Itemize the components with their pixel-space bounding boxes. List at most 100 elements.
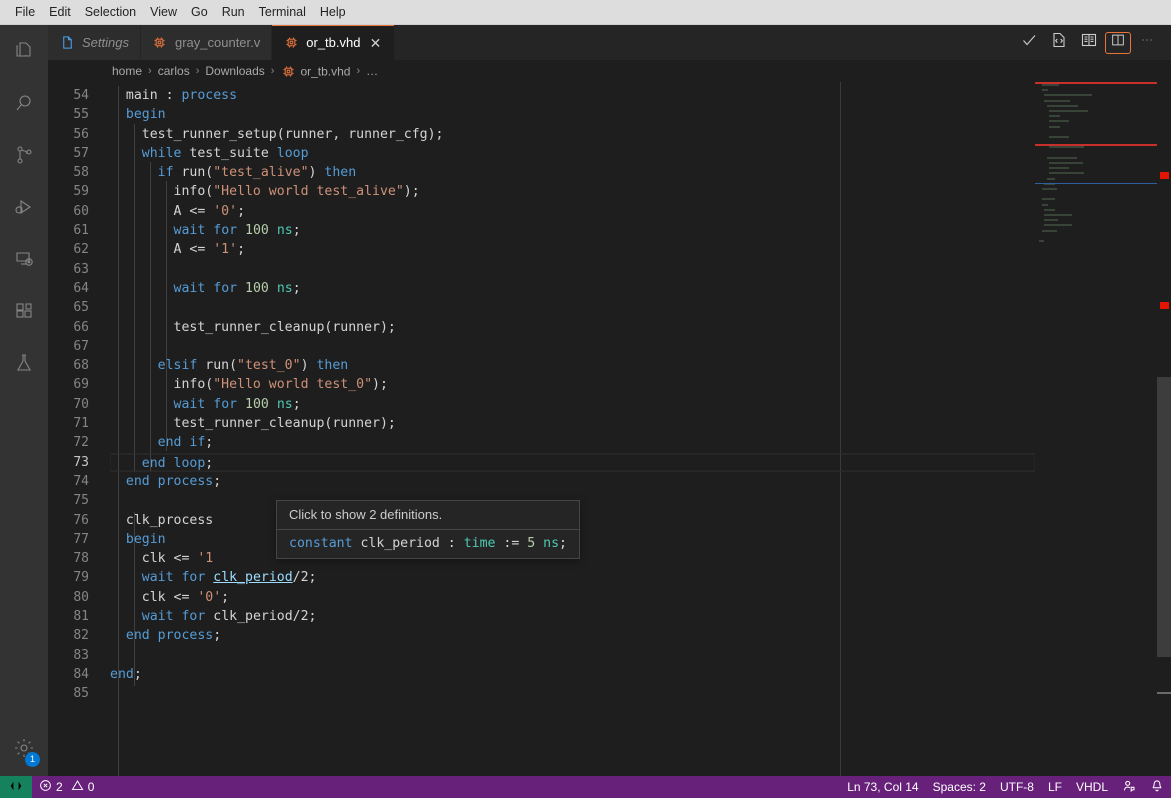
warning-count: 0 (87, 780, 95, 794)
menu-item-go[interactable]: Go (184, 2, 215, 22)
scrollbar-divider (1157, 692, 1171, 694)
menu-item-file[interactable]: File (8, 2, 42, 22)
code-token: end if (157, 435, 206, 451)
remote-indicator[interactable] (0, 776, 32, 798)
line-number: 70 (73, 396, 89, 412)
line-number: 75 (73, 493, 89, 509)
tab-gray-counter-v[interactable]: gray_counter.v (140, 25, 273, 60)
code-token: ; (205, 455, 214, 471)
breadcrumb-item-carlos[interactable]: carlos (156, 64, 192, 78)
code-line: end process; (110, 472, 1035, 491)
menu-item-edit[interactable]: Edit (42, 2, 78, 22)
encoding-status[interactable]: UTF-8 (993, 776, 1041, 798)
line-number: 67 (73, 338, 89, 354)
sidebar-item-testing[interactable] (0, 339, 48, 391)
hover-token: 5 (527, 536, 536, 551)
code-token: wait (173, 223, 206, 239)
code-token: ns (276, 223, 293, 239)
sidebar-item-search[interactable] (0, 79, 48, 131)
tab-or-tb-vhd[interactable]: or_tb.vhd ✕ (272, 25, 396, 60)
code-line: test_runner_cleanup(runner); (110, 414, 1035, 433)
more-actions-button[interactable] (1133, 29, 1161, 57)
sidebar-item-extensions[interactable] (0, 287, 48, 339)
split-editor-button[interactable] (1105, 31, 1131, 54)
run-check-button[interactable] (1015, 29, 1043, 57)
code-token: for (213, 396, 238, 412)
hover-token: ns (543, 536, 560, 551)
status-bar: 2 0 Ln 73, Col 14 Spaces: 2 UTF-8 LF VHD… (0, 776, 1171, 798)
editor-scrollbar-thumb[interactable] (1157, 377, 1171, 657)
open-preview-button[interactable] (1075, 29, 1103, 57)
menu-item-run[interactable]: Run (215, 2, 252, 22)
minimap-line (1044, 219, 1058, 222)
breadcrumb-separator: › (356, 65, 361, 77)
code-token: wait (141, 609, 174, 625)
sidebar-item-source-control[interactable] (0, 131, 48, 183)
tab-bar: Settings gray_counter.v or_tb.vhd ✕ (48, 25, 1171, 60)
language-mode-status[interactable]: VHDL (1069, 776, 1115, 798)
code-token: ; (237, 203, 246, 219)
code-content[interactable]: Click to show 2 definitions. constant cl… (110, 82, 1035, 776)
open-source-button[interactable] (1045, 29, 1073, 57)
overview-ruler[interactable] (1157, 82, 1171, 776)
line-number: 54 (73, 88, 89, 103)
sidebar-item-explorer[interactable] (0, 27, 48, 79)
code-token: 100 (245, 223, 269, 239)
tab-settings[interactable]: Settings (48, 25, 141, 60)
code-file-icon (1050, 31, 1068, 54)
eol-status[interactable]: LF (1041, 776, 1069, 798)
code-token: then (324, 165, 357, 181)
beaker-icon (12, 351, 36, 380)
breadcrumb-item-or-tb-vhd[interactable]: or_tb.vhd (278, 63, 352, 79)
sidebar-item-run-debug[interactable] (0, 183, 48, 235)
cursor-position[interactable]: Ln 73, Col 14 (840, 776, 925, 798)
feedback-button[interactable] (1115, 776, 1143, 798)
code-token: 100 (245, 280, 269, 296)
notifications-button[interactable] (1143, 776, 1171, 798)
definition-hover-tooltip[interactable]: Click to show 2 definitions. constant cl… (276, 500, 580, 559)
line-number: 79 (73, 570, 89, 586)
code-token: while (141, 145, 182, 161)
line-number: 83 (73, 647, 89, 663)
breadcrumb-item-home[interactable]: home (110, 64, 144, 78)
hover-signature: constant clk_period : time := 5 ns; (277, 530, 579, 558)
activity-bar-bottom-group: 1 (0, 724, 48, 776)
code-token: ); (403, 184, 420, 200)
menu-item-view[interactable]: View (143, 2, 184, 22)
code-token: for (213, 223, 238, 239)
indentation-status[interactable]: Spaces: 2 (926, 776, 993, 798)
menu-item-terminal[interactable]: Terminal (252, 2, 313, 22)
error-marker[interactable] (1160, 172, 1169, 179)
manage-settings-button[interactable]: 1 (0, 724, 48, 776)
minimap-error-marker (1035, 82, 1157, 84)
hover-token: := (495, 536, 528, 551)
close-icon[interactable]: ✕ (367, 35, 383, 51)
problems-status[interactable]: 2 0 (32, 776, 101, 798)
menu-item-selection[interactable]: Selection (78, 2, 143, 22)
code-token: process (157, 628, 214, 644)
code-token: begin (125, 531, 166, 547)
line-number: 58 (73, 165, 89, 181)
line-number: 66 (73, 319, 89, 335)
breadcrumb-item-downloads[interactable]: Downloads (203, 64, 266, 78)
minimap-line (1049, 120, 1069, 123)
line-number: 73 (73, 454, 89, 470)
breadcrumb-item--[interactable]: … (364, 64, 380, 78)
error-marker[interactable] (1160, 302, 1169, 309)
menu-item-help[interactable]: Help (313, 2, 353, 22)
code-token: "Hello world test_0" (213, 377, 373, 393)
sidebar-item-remote-explorer[interactable] (0, 235, 48, 287)
minimap[interactable] (1035, 82, 1157, 776)
